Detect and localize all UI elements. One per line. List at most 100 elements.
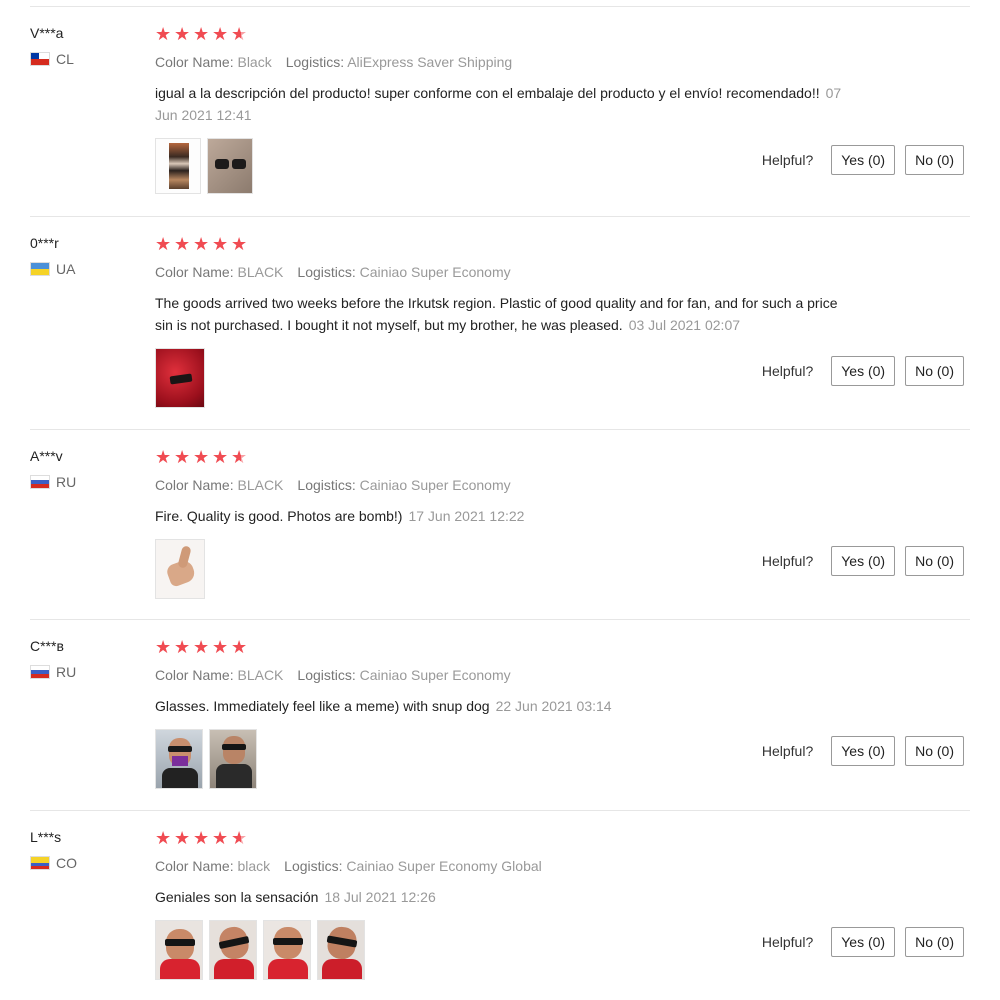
helpful-label: Helpful? [761, 553, 814, 569]
logistics-label: Logistics: [297, 667, 356, 683]
review-meta: Color Name: BLACK Logistics: Cainiao Supe… [155, 477, 855, 493]
star-icon: ★ [193, 447, 210, 467]
reviewer-name: C***в [30, 638, 64, 654]
review-date: 17 Jun 2021 12:22 [408, 508, 525, 524]
review-photo-red-fabric[interactable] [155, 348, 205, 408]
review-photo-box[interactable] [155, 138, 201, 194]
star-icon: ★ [174, 234, 191, 254]
star-icon: ★ [174, 24, 191, 44]
helpful-no-button[interactable]: No (0) [905, 356, 964, 386]
review-body: Fire. Quality is good. Photos are bomb!) [155, 508, 403, 524]
review-photos [155, 729, 855, 789]
helpful-yes-button[interactable]: Yes (0) [831, 736, 896, 766]
color-value: BLACK [237, 477, 284, 493]
logistics-value: Cainiao Super Economy [359, 264, 511, 280]
star-icon: ★ [212, 828, 229, 848]
half-star-icon: ★ [231, 24, 248, 44]
review-photo-selfie[interactable] [155, 920, 203, 980]
color-label: Color Name: [155, 54, 234, 70]
helpful-no-button[interactable]: No (0) [905, 145, 964, 175]
russia-flag-icon [30, 475, 50, 489]
review-date: 03 Jul 2021 02:07 [628, 317, 741, 333]
review-photos [155, 138, 855, 194]
review-text: Glasses. Immediately feel like a meme) w… [155, 695, 855, 717]
star-rating: ★ ★ ★ ★ ★ [155, 448, 855, 466]
review-content: ★ ★ ★ ★ ★ Color Name: BLACK Logistics: Cainia… [155, 448, 855, 599]
helpful-label: Helpful? [761, 152, 814, 168]
color-label: Color Name: [155, 264, 234, 280]
review-content: ★ ★ ★ ★ ★ Color Name: Black Logistics: AliExp… [155, 25, 855, 194]
star-icon: ★ [193, 24, 210, 44]
star-icon: ★ [212, 234, 229, 254]
helpful-label: Helpful? [761, 363, 814, 379]
reviewer-name: V***a [30, 25, 64, 41]
half-star-icon: ★ [231, 828, 248, 848]
review-body: Glasses. Immediately feel like a meme) w… [155, 698, 490, 714]
review-photo-selfie[interactable] [155, 729, 203, 789]
star-icon: ★ [174, 828, 191, 848]
review-item: 0***r UA ★ ★ ★ ★ ★ Color Name: BLACK Logistic… [30, 216, 970, 429]
reviewer-info: A***v RU [30, 448, 140, 490]
review-photo-sunglasses[interactable] [207, 138, 253, 194]
review-item: L***s CO ★ ★ ★ ★ ★ Color Name: black Logistic… [30, 810, 970, 1000]
review-photo-selfie[interactable] [263, 920, 311, 980]
star-icon: ★ [193, 234, 210, 254]
helpful-no-button[interactable]: No (0) [905, 927, 964, 957]
color-value: black [237, 858, 271, 874]
half-star-icon: ★ [231, 447, 248, 467]
helpful-yes-button[interactable]: Yes (0) [831, 927, 896, 957]
helpful-no-button[interactable]: No (0) [905, 736, 964, 766]
helpful-yes-button[interactable]: Yes (0) [831, 546, 896, 576]
helpful-vote: Helpful? Yes (0) No (0) [762, 927, 964, 957]
logistics-label: Logistics: [297, 477, 356, 493]
colombia-flag-icon [30, 856, 50, 870]
reviewer-country: RU [30, 664, 140, 680]
logistics-label: Logistics: [284, 858, 343, 874]
review-text: Fire. Quality is good. Photos are bomb!)… [155, 505, 855, 527]
reviewer-info: 0***r UA [30, 235, 140, 277]
helpful-vote: Helpful? Yes (0) No (0) [762, 736, 964, 766]
helpful-label: Helpful? [761, 743, 814, 759]
review-meta: Color Name: BLACK Logistics: Cainiao Supe… [155, 264, 855, 280]
helpful-vote: Helpful? Yes (0) No (0) [762, 145, 964, 175]
review-content: ★ ★ ★ ★ ★ Color Name: black Logistics: Cainia… [155, 829, 855, 980]
ukraine-flag-icon [30, 262, 50, 276]
logistics-value: Cainiao Super Economy [359, 477, 511, 493]
review-text: Geniales son la sensación 18 Jul 2021 12:… [155, 886, 855, 908]
color-value: Black [237, 54, 272, 70]
reviewer-country: CL [30, 51, 140, 67]
review-photos [155, 920, 855, 980]
country-code: CL [56, 51, 74, 67]
review-photo-selfie[interactable] [209, 920, 257, 980]
review-item: V***a CL ★ ★ ★ ★ ★ Color Name: Black Logistic… [30, 6, 970, 216]
reviewer-country: CO [30, 855, 140, 871]
country-code: UA [56, 261, 76, 277]
review-item: A***v RU ★ ★ ★ ★ ★ Color Name: BLACK Logistic… [30, 429, 970, 619]
helpful-yes-button[interactable]: Yes (0) [831, 356, 896, 386]
helpful-yes-button[interactable]: Yes (0) [831, 145, 896, 175]
review-text: The goods arrived two weeks before the I… [155, 292, 855, 336]
country-code: CO [56, 855, 77, 871]
helpful-no-button[interactable]: No (0) [905, 546, 964, 576]
star-rating: ★ ★ ★ ★ ★ [155, 25, 855, 43]
review-meta: Color Name: black Logistics: Cainiao Supe… [155, 858, 855, 874]
review-meta: Color Name: Black Logistics: AliExpress S… [155, 54, 855, 70]
star-rating: ★ ★ ★ ★ ★ [155, 235, 855, 253]
reviewer-info: L***s CO [30, 829, 140, 871]
star-icon: ★ [155, 447, 172, 467]
helpful-label: Helpful? [761, 934, 814, 950]
color-label: Color Name: [155, 477, 234, 493]
review-photo-thumbs-up[interactable] [155, 539, 205, 599]
logistics-label: Logistics: [297, 264, 356, 280]
star-icon: ★ [155, 828, 172, 848]
review-date: 18 Jul 2021 12:26 [324, 889, 436, 905]
review-content: ★ ★ ★ ★ ★ Color Name: BLACK Logistics: Cainia… [155, 638, 855, 789]
color-label: Color Name: [155, 858, 234, 874]
review-photo-selfie[interactable] [317, 920, 365, 980]
review-photo-selfie[interactable] [209, 729, 257, 789]
russia-flag-icon [30, 665, 50, 679]
color-label: Color Name: [155, 667, 234, 683]
logistics-value: Cainiao Super Economy Global [346, 858, 542, 874]
star-icon: ★ [174, 637, 191, 657]
helpful-vote: Helpful? Yes (0) No (0) [762, 546, 964, 576]
